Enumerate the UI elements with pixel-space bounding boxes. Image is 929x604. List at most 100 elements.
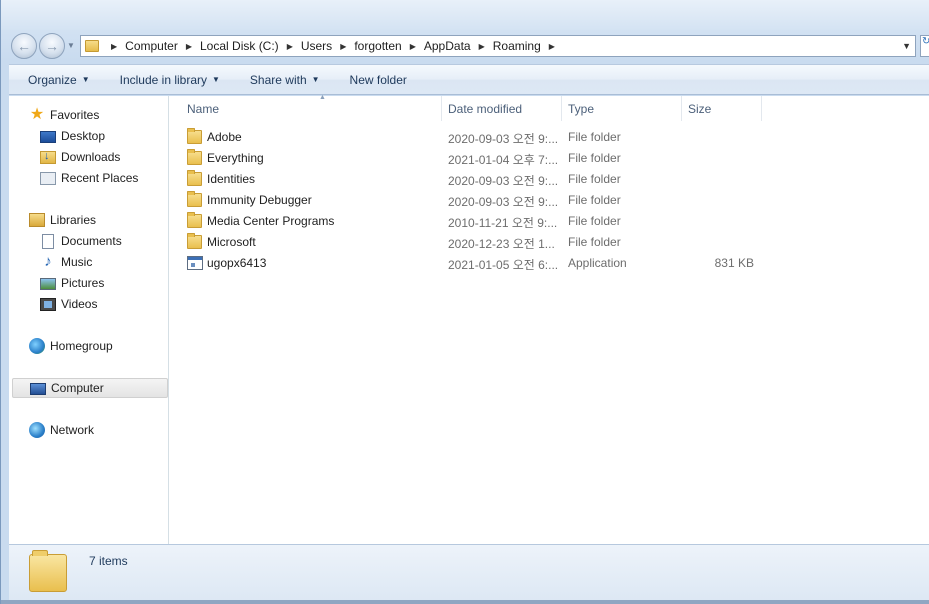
file-name: Adobe [207, 130, 242, 144]
refresh-icon: ↻ [922, 36, 929, 47]
file-type: File folder [568, 151, 621, 165]
file-row-microsoft[interactable]: Microsoft 2020-12-23 오전 1... File folder [181, 232, 781, 253]
nav-item-pictures[interactable]: Pictures [9, 273, 167, 293]
column-header-date-modified[interactable]: Date modified [442, 96, 562, 121]
breadcrumb-computer[interactable]: Computer [125, 39, 178, 53]
column-header-label: Size [688, 101, 712, 116]
file-row-media-center-programs[interactable]: Media Center Programs 2010-11-21 오전 9:..… [181, 211, 781, 232]
desktop-icon [40, 131, 56, 143]
nav-item-documents[interactable]: Documents [9, 231, 167, 251]
file-type: Application [568, 256, 627, 270]
nav-item-favorites[interactable]: ★ Favorites [9, 105, 167, 125]
file-row-ugopx6413[interactable]: ugopx6413 2021-01-05 오전 6:... Applicatio… [181, 253, 781, 274]
nav-item-music[interactable]: ♪ Music [9, 252, 167, 272]
column-header-name[interactable]: ▲ Name [181, 94, 442, 121]
folder-icon [187, 212, 202, 228]
file-list: ▲ Name Date modified Type Size Adobe 202… [169, 94, 929, 544]
file-row-identities[interactable]: Identities 2020-09-03 오전 9:... File fold… [181, 169, 781, 190]
share-with-label: Share with [249, 72, 307, 87]
navigation-bar: ← → ▼ ▶ Computer ▶ Local Disk (C:) ▶ Use… [1, 30, 929, 62]
nav-item-label: Computer [51, 381, 104, 395]
new-folder-button[interactable]: New folder [350, 73, 407, 87]
file-type: File folder [568, 130, 621, 144]
file-row-immunity-debugger[interactable]: Immunity Debugger 2020-09-03 오전 9:... Fi… [181, 190, 781, 211]
breadcrumb-appdata[interactable]: AppData [424, 39, 471, 53]
nav-item-computer[interactable]: Computer [12, 378, 168, 398]
nav-item-label: Network [50, 423, 95, 437]
forward-button[interactable]: → [39, 33, 65, 59]
nav-item-label: Libraries [50, 213, 97, 227]
computer-icon [30, 382, 46, 395]
forward-arrow-icon: → [45, 38, 59, 54]
libraries-icon [29, 213, 45, 227]
nav-item-downloads[interactable]: Downloads [9, 147, 167, 167]
navigation-pane: ★ Favorites Desktop Downloads Recent Pla… [9, 96, 169, 544]
file-date-modified: 2021-01-05 오전 6:... [448, 258, 558, 272]
new-folder-label: New folder [349, 72, 407, 87]
application-icon [187, 256, 203, 270]
address-history-dropdown-icon[interactable]: ▼ [902, 41, 911, 51]
refresh-button[interactable]: ↻ [920, 35, 929, 57]
details-pane: 7 items [9, 544, 929, 600]
nav-item-network[interactable]: Network [9, 420, 167, 440]
include-in-library-button[interactable]: Include in library ▼ [120, 73, 220, 87]
nav-item-label: Desktop [61, 129, 106, 143]
breadcrumb-arrow-icon[interactable]: ▶ [287, 42, 293, 51]
recent-pages-dropdown[interactable]: ▼ [67, 41, 75, 50]
organize-button[interactable]: Organize ▼ [28, 73, 90, 87]
chevron-down-icon: ▼ [311, 75, 320, 84]
file-date-modified: 2020-12-23 오전 1... [448, 237, 555, 251]
nav-item-label: Pictures [61, 276, 105, 290]
file-type: File folder [568, 193, 621, 207]
recent-places-icon [40, 171, 56, 185]
file-size: 831 KB [714, 256, 754, 270]
nav-item-label: Recent Places [61, 171, 139, 185]
file-row-adobe[interactable]: Adobe 2020-09-03 오전 9:... File folder [181, 127, 781, 148]
nav-item-desktop[interactable]: Desktop [9, 126, 167, 146]
nav-item-libraries[interactable]: Libraries [9, 210, 167, 230]
nav-item-videos[interactable]: Videos [9, 294, 167, 314]
column-header-type[interactable]: Type [562, 96, 682, 121]
file-name: Microsoft [207, 235, 256, 249]
pictures-icon [40, 278, 56, 290]
title-bar [1, 0, 929, 30]
videos-icon [40, 297, 56, 311]
breadcrumb-arrow-icon[interactable]: ▶ [186, 42, 192, 51]
file-type: File folder [568, 214, 621, 228]
file-name: ugopx6413 [207, 256, 267, 270]
folder-icon [85, 40, 99, 52]
back-button[interactable]: ← [11, 33, 37, 59]
column-header-size[interactable]: Size [682, 96, 762, 121]
file-date-modified: 2010-11-21 오전 9:... [448, 216, 558, 230]
nav-item-label: Music [61, 255, 93, 269]
share-with-button[interactable]: Share with ▼ [250, 73, 320, 87]
nav-item-label: Homegroup [50, 339, 113, 353]
breadcrumb-forgotten[interactable]: forgotten [354, 39, 401, 53]
nav-item-homegroup[interactable]: Homegroup [9, 336, 167, 356]
breadcrumb-arrow-icon[interactable]: ▶ [111, 42, 117, 51]
breadcrumb-arrow-icon[interactable]: ▶ [479, 42, 485, 51]
file-date-modified: 2020-09-03 오전 9:... [448, 174, 558, 188]
chevron-down-icon: ▼ [81, 75, 90, 84]
breadcrumb-arrow-icon[interactable]: ▶ [549, 42, 555, 51]
folder-icon [187, 233, 202, 249]
breadcrumb-roaming[interactable]: Roaming [493, 39, 541, 53]
breadcrumb-arrow-icon[interactable]: ▶ [340, 42, 346, 51]
homegroup-icon [29, 338, 45, 354]
chevron-down-icon: ▼ [212, 75, 220, 84]
documents-icon [42, 233, 54, 249]
file-row-everything[interactable]: Everything 2021-01-04 오후 7:... File fold… [181, 148, 781, 169]
file-name: Media Center Programs [207, 214, 335, 228]
folder-icon [187, 191, 202, 207]
breadcrumb: ▶ Computer ▶ Local Disk (C:) ▶ Users ▶ f… [103, 39, 563, 53]
network-icon [29, 422, 45, 438]
breadcrumb-local-disk[interactable]: Local Disk (C:) [200, 39, 279, 53]
file-type: File folder [568, 172, 621, 186]
item-count: 7 items [89, 554, 128, 568]
nav-item-recent-places[interactable]: Recent Places [9, 168, 167, 188]
back-arrow-icon: ← [17, 38, 31, 54]
address-bar[interactable]: ▶ Computer ▶ Local Disk (C:) ▶ Users ▶ f… [80, 35, 916, 57]
breadcrumb-users[interactable]: Users [301, 39, 332, 53]
breadcrumb-arrow-icon[interactable]: ▶ [410, 42, 416, 51]
file-name: Everything [207, 151, 264, 165]
